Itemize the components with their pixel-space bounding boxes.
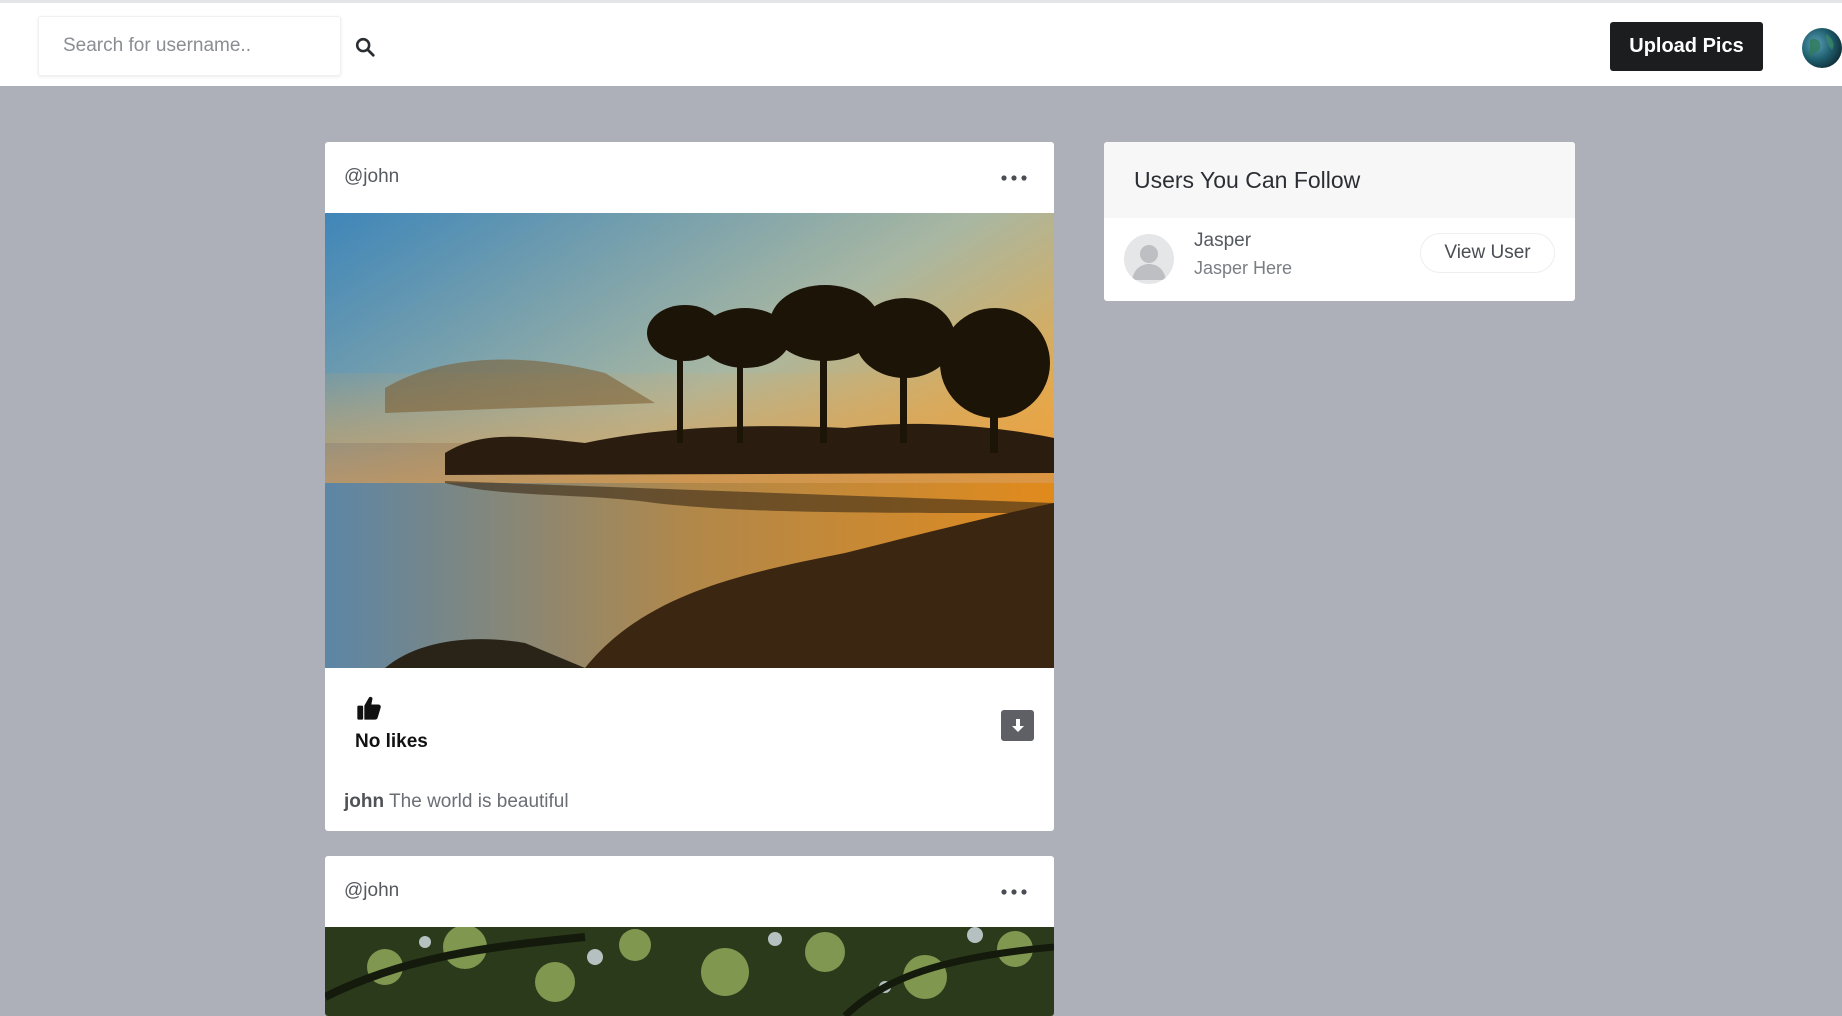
user-avatar-icon: [1124, 234, 1174, 284]
post-card: @john: [325, 142, 1054, 831]
suggested-user-row: Jasper Jasper Here View User: [1104, 218, 1575, 301]
suggest-title: Users You Can Follow: [1134, 167, 1361, 193]
download-button[interactable]: [1001, 710, 1034, 741]
more-horizontal-icon[interactable]: [999, 882, 1029, 902]
upload-pics-button[interactable]: Upload Pics: [1610, 22, 1763, 71]
post-header: @john: [325, 856, 1054, 927]
search-box: [38, 16, 341, 76]
likes-count: No likes: [355, 731, 428, 752]
thumbs-up-icon[interactable]: [355, 694, 383, 722]
view-user-button[interactable]: View User: [1420, 233, 1555, 273]
post-image: [325, 927, 1054, 1016]
suggested-user-bio: Jasper Here: [1194, 258, 1293, 278]
top-navbar: Upload Pics: [0, 0, 1842, 86]
caption-text: The world is beautiful: [389, 791, 569, 812]
globe-avatar-icon: [1810, 34, 1834, 58]
search-input[interactable]: [39, 17, 340, 75]
post-username[interactable]: @john: [344, 880, 399, 902]
suggested-user-name: Jasper: [1194, 230, 1252, 251]
post-image: [325, 213, 1054, 668]
post-card: @john: [325, 856, 1054, 1016]
post-header: @john: [325, 142, 1054, 213]
search-icon[interactable]: [354, 36, 376, 58]
post-caption: john The world is beautiful: [344, 791, 569, 813]
caption-username[interactable]: john: [344, 791, 384, 812]
post-actions: No likes john The world is beautiful: [325, 668, 1054, 831]
users-you-can-follow-card: Users You Can Follow Jasper Jasper Here …: [1104, 142, 1575, 301]
more-horizontal-icon[interactable]: [999, 168, 1029, 188]
download-icon: [1011, 718, 1024, 732]
post-username[interactable]: @john: [344, 166, 399, 188]
profile-avatar[interactable]: [1802, 28, 1842, 68]
suggest-header: Users You Can Follow: [1104, 142, 1575, 218]
